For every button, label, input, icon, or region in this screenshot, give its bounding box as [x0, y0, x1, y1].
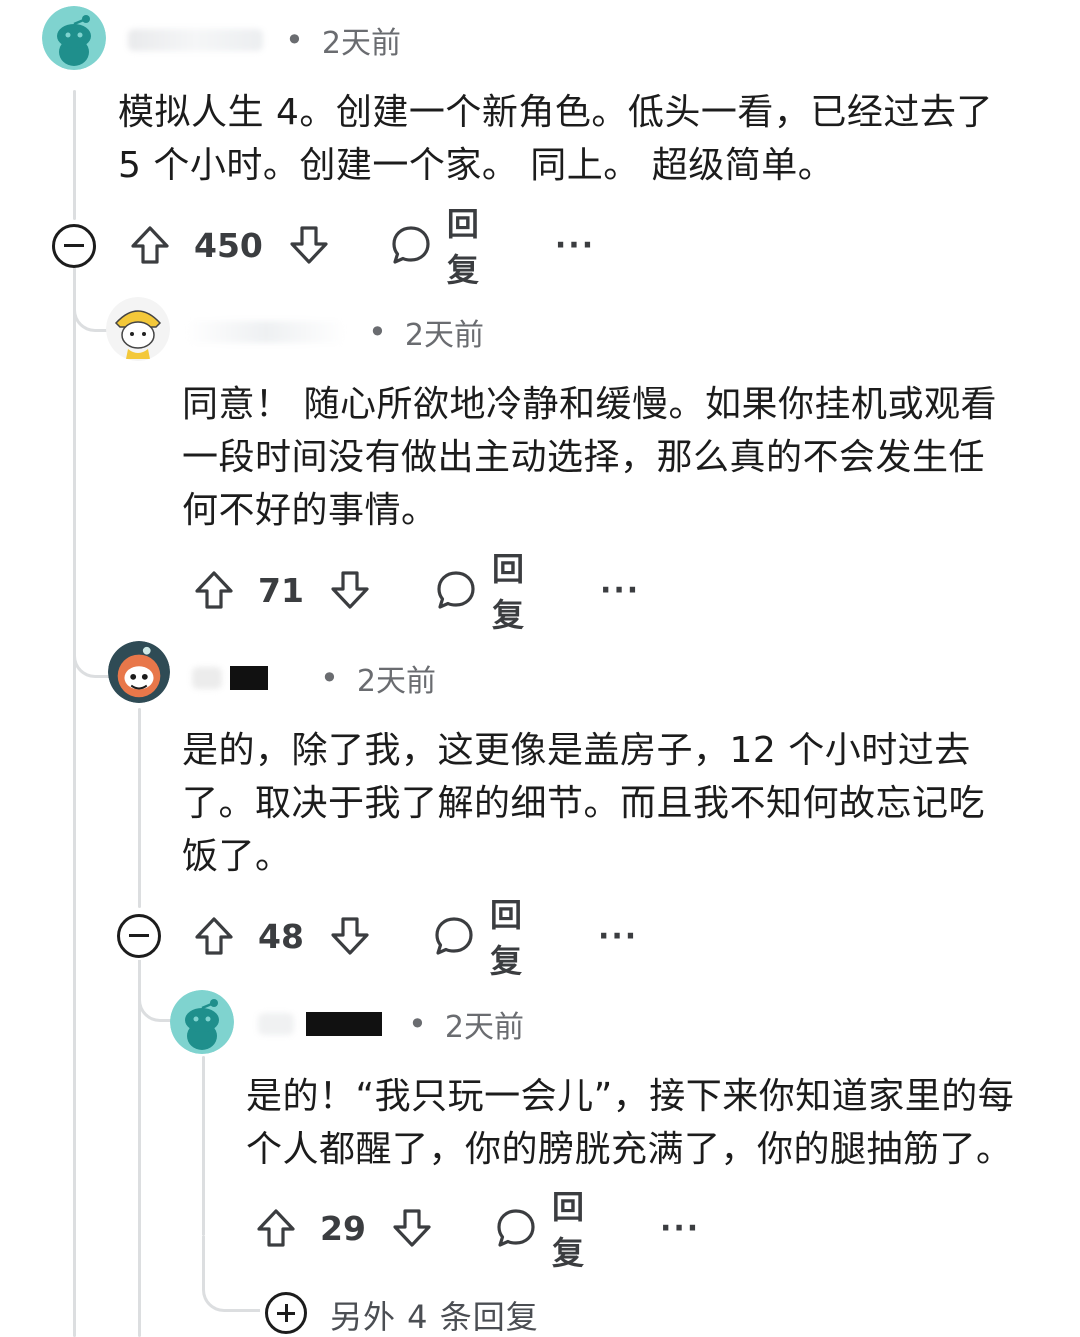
score: 450 [194, 225, 263, 265]
username-redacted[interactable] [186, 321, 346, 343]
username-redacted-left[interactable] [258, 1013, 294, 1035]
thread-branch [138, 960, 174, 1022]
upvote-icon[interactable] [192, 914, 236, 958]
thread-line-level-1 [138, 960, 141, 1337]
snoo-avatar-icon [106, 297, 170, 361]
snoo-avatar-icon [170, 990, 234, 1054]
downvote-icon[interactable] [390, 1206, 434, 1250]
upvote-icon[interactable] [254, 1206, 298, 1250]
separator-dot: • [320, 659, 339, 697]
more-options-icon[interactable]: ··· [598, 919, 638, 954]
reply-button[interactable]: 回复 [434, 544, 524, 636]
comment-body: 是的，除了我，这更像是盖房子，12 个小时过去 了。取决于我了解的细节。而且我不… [182, 730, 986, 877]
vote-group: 71 [192, 568, 372, 612]
thread-line-level-2 [202, 1056, 205, 1236]
score: 71 [258, 570, 304, 610]
reply-button[interactable]: 回复 [494, 1182, 584, 1274]
expand-icon[interactable] [265, 1292, 307, 1334]
vote-group: 450 [128, 223, 331, 267]
separator-dot: • [285, 21, 304, 59]
vote-group: 29 [254, 1206, 434, 1250]
avatar[interactable] [42, 6, 106, 70]
upvote-icon[interactable] [128, 223, 172, 267]
avatar[interactable] [108, 641, 170, 703]
separator-dot: • [408, 1005, 427, 1043]
thread-branch [73, 620, 113, 678]
snoo-avatar-icon [42, 6, 106, 70]
downvote-icon[interactable] [287, 223, 331, 267]
score: 29 [320, 1208, 366, 1248]
more-replies-link[interactable]: 另外 4 条回复 [330, 1292, 539, 1337]
comment-body: 模拟人生 4。创建一个新角色。低头一看，已经过去了 5 个小时。创建一个家。 同… [118, 92, 993, 186]
username-redacted[interactable] [128, 29, 263, 51]
username-redacted-left[interactable] [192, 667, 222, 689]
separator-dot: • [368, 313, 387, 351]
timestamp: 2天前 [404, 318, 484, 353]
comment-bubble-icon [432, 914, 476, 958]
comment-body: 同意！ 随心所欲地冷静和缓慢。如果你挂机或观看 一段时间没有做出主动选择，那么真… [182, 384, 997, 531]
more-options-icon[interactable]: ··· [555, 228, 595, 263]
thread-line-level-0 [73, 268, 76, 1337]
vote-group: 48 [192, 914, 372, 958]
snoo-avatar-icon [108, 641, 170, 703]
comment-body: 是的！“我只玩一会儿”，接下来你知道家里的每 个人都醒了，你的膀胱充满了，你的腿… [246, 1076, 1015, 1170]
comment-bubble-icon [494, 1206, 538, 1250]
score: 48 [258, 916, 304, 956]
collapse-icon[interactable] [52, 224, 96, 268]
avatar[interactable] [106, 297, 170, 361]
thread-line-level-0 [73, 90, 76, 220]
collapse-icon[interactable] [117, 914, 161, 958]
thread-branch [202, 1236, 260, 1312]
reply-button[interactable]: 回复 [389, 199, 479, 291]
timestamp: 2天前 [356, 664, 436, 699]
downvote-icon[interactable] [328, 568, 372, 612]
avatar[interactable] [170, 990, 234, 1054]
downvote-icon[interactable] [328, 914, 372, 958]
username-redacted[interactable] [230, 666, 268, 690]
comment-bubble-icon [434, 568, 478, 612]
timestamp: 2天前 [321, 26, 401, 61]
reply-button[interactable]: 回复 [432, 890, 522, 982]
thread-line-level-1 [138, 708, 141, 908]
timestamp: 2天前 [444, 1010, 524, 1045]
username-redacted[interactable] [306, 1012, 382, 1036]
comment-bubble-icon [389, 223, 433, 267]
more-options-icon[interactable]: ··· [660, 1211, 700, 1246]
more-options-icon[interactable]: ··· [600, 573, 640, 608]
upvote-icon[interactable] [192, 568, 236, 612]
